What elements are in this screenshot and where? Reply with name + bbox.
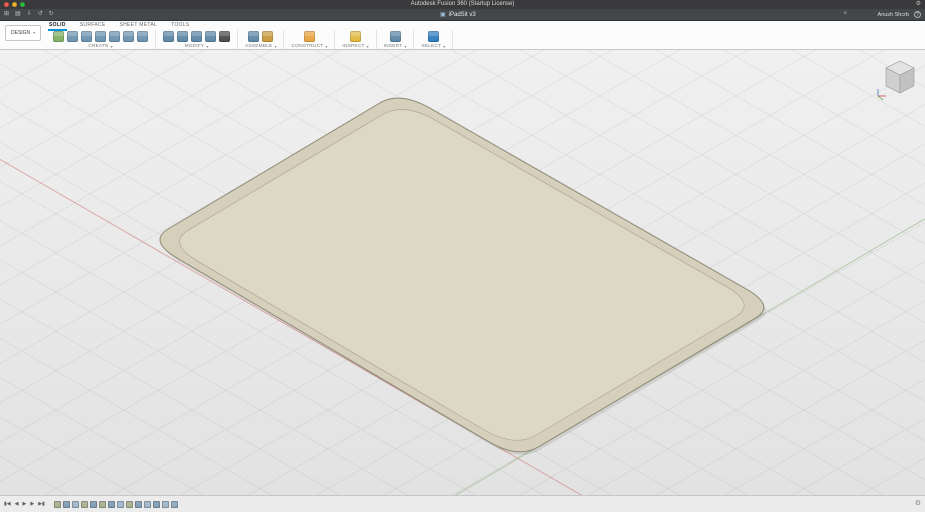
- select-dropdown[interactable]: SELECT ▾: [421, 44, 445, 49]
- construction-plane-icon[interactable]: [304, 31, 315, 42]
- combine-icon[interactable]: [205, 31, 216, 42]
- fillet-icon[interactable]: [177, 31, 188, 42]
- workspace-selector[interactable]: DESIGN ▾: [5, 25, 41, 41]
- timeline-settings-gear-icon[interactable]: ⚙: [915, 496, 921, 512]
- file-menu-icon[interactable]: ▤: [15, 9, 21, 20]
- new-component-icon[interactable]: [248, 31, 259, 42]
- timeline-fillet-4[interactable]: [162, 501, 169, 508]
- toolbar-group-inspect: INSPECT ▾: [335, 30, 376, 49]
- chevron-down-icon: ▾: [274, 45, 276, 49]
- chevron-down-icon: ▾: [206, 45, 208, 49]
- insert-mesh-icon[interactable]: [390, 31, 401, 42]
- chevron-down-icon: ▾: [33, 31, 35, 35]
- timeline-playback-controls: ▮◀◀▶▶▶▮: [4, 500, 45, 508]
- timeline-extrude-5[interactable]: [153, 501, 160, 508]
- timeline-step-forward-button[interactable]: ▶: [30, 500, 34, 508]
- shell-icon[interactable]: [191, 31, 202, 42]
- timeline-extrude-1[interactable]: [63, 501, 70, 508]
- document-icon: ▣: [440, 11, 446, 18]
- extrude-icon[interactable]: [67, 31, 78, 42]
- document-title: iPadSit v3: [449, 12, 476, 18]
- timeline-sketch-3[interactable]: [99, 501, 106, 508]
- create-sketch-icon[interactable]: [53, 31, 64, 42]
- toolbar-group-create: CREATE ▾: [46, 30, 156, 49]
- timeline-go-to-end-button[interactable]: ▶▮: [38, 500, 45, 508]
- create-dropdown[interactable]: CREATE ▾: [88, 44, 112, 49]
- timeline-fillet-2[interactable]: [117, 501, 124, 508]
- move-copy-icon[interactable]: [219, 31, 230, 42]
- toolbar-groups: CREATE ▾ MODIFY ▾ ASSEMBLE ▾ CONSTRUCT ▾: [46, 30, 453, 49]
- measure-icon[interactable]: [350, 31, 361, 42]
- chevron-down-icon: ▾: [325, 45, 327, 49]
- timeline-extrude-2[interactable]: [90, 501, 97, 508]
- user-name[interactable]: Anush Shcrb: [878, 12, 910, 18]
- model[interactable]: [0, 49, 925, 496]
- revolve-icon[interactable]: [81, 31, 92, 42]
- model-top-face[interactable]: [179, 109, 744, 440]
- loft-icon[interactable]: [109, 31, 120, 42]
- undo-icon[interactable]: ↺: [38, 9, 43, 20]
- chevron-down-icon: ▾: [404, 45, 406, 49]
- construct-dropdown[interactable]: CONSTRUCT ▾: [291, 44, 327, 49]
- toolbar-group-construct: CONSTRUCT ▾: [284, 30, 335, 49]
- joint-icon[interactable]: [262, 31, 273, 42]
- timeline-sketch-4[interactable]: [126, 501, 133, 508]
- timeline-feature-track: [54, 501, 178, 508]
- select-cursor-icon[interactable]: [428, 31, 439, 42]
- timeline-extrude-4[interactable]: [135, 501, 142, 508]
- close-tab-icon[interactable]: ×: [843, 9, 847, 20]
- chevron-down-icon: ▾: [443, 45, 445, 49]
- toolbar-group-modify: MODIFY ▾: [156, 30, 238, 49]
- window-title: Autodesk Fusion 360 (Startup License): [0, 0, 925, 9]
- toolbar-group-assemble: ASSEMBLE ▾: [238, 30, 284, 49]
- document-tab[interactable]: ▣ iPadSit v3: [440, 9, 476, 20]
- press-pull-icon[interactable]: [163, 31, 174, 42]
- toolbar-group-insert: INSERT ▾: [377, 30, 415, 49]
- ribbon: DESIGN ▾ SOLID SURFACE SHEET METAL TOOLS…: [0, 20, 925, 50]
- view-cube[interactable]: [875, 54, 921, 102]
- chevron-down-icon: ▾: [367, 45, 369, 49]
- view-cube-y-axis: [878, 96, 883, 100]
- timeline-fillet-1[interactable]: [72, 501, 79, 508]
- box-icon[interactable]: [137, 31, 148, 42]
- settings-gear-icon[interactable]: ⚙: [916, 0, 921, 9]
- timeline-go-to-start-button[interactable]: ▮◀: [4, 500, 11, 508]
- timeline-chamfer-1[interactable]: [171, 501, 178, 508]
- timeline-sketch-2[interactable]: [81, 501, 88, 508]
- timeline-play-button[interactable]: ▶: [22, 500, 26, 508]
- workspace-label: DESIGN: [11, 30, 30, 36]
- help-icon[interactable]: ?: [914, 11, 921, 18]
- toolbar-group-select: SELECT ▾: [414, 30, 453, 49]
- quick-access-toolbar: ⊞ ▤ ⇩ ↺ ↻: [4, 9, 54, 20]
- timeline-bar: ▮◀◀▶▶▶▮ ⚙: [0, 495, 925, 512]
- viewport-canvas[interactable]: [0, 49, 925, 496]
- save-icon[interactable]: ⇩: [27, 9, 32, 20]
- app-bar: ⊞ ▤ ⇩ ↺ ↻ ▣ iPadSit v3 × Anush Shcrb ?: [0, 9, 925, 21]
- coil-icon[interactable]: [123, 31, 134, 42]
- timeline-sketch-1[interactable]: [54, 501, 61, 508]
- modify-dropdown[interactable]: MODIFY ▾: [185, 44, 209, 49]
- timeline-step-back-button[interactable]: ◀: [15, 500, 19, 508]
- sweep-icon[interactable]: [95, 31, 106, 42]
- timeline-extrude-3[interactable]: [108, 501, 115, 508]
- title-bar: Autodesk Fusion 360 (Startup License) ⚙: [0, 0, 925, 9]
- app-grid-icon[interactable]: ⊞: [4, 9, 9, 20]
- insert-dropdown[interactable]: INSERT ▾: [384, 44, 407, 49]
- chevron-down-icon: ▾: [111, 45, 113, 49]
- inspect-dropdown[interactable]: INSPECT ▾: [342, 44, 368, 49]
- timeline-fillet-3[interactable]: [144, 501, 151, 508]
- redo-icon[interactable]: ↻: [49, 9, 54, 20]
- assemble-dropdown[interactable]: ASSEMBLE ▾: [245, 44, 276, 49]
